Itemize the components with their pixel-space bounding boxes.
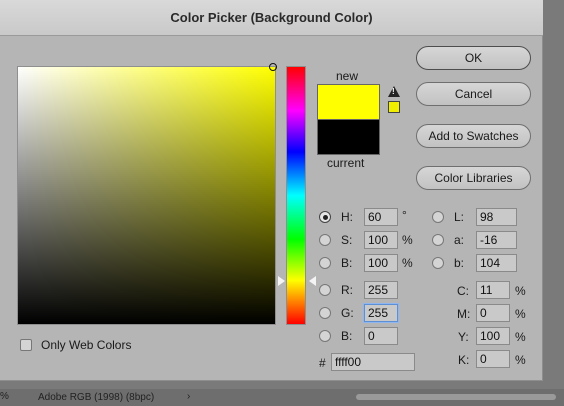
new-color-swatch (318, 85, 379, 120)
ok-button[interactable]: OK (416, 46, 531, 70)
green-label: G: (341, 306, 354, 320)
black-unit: % (515, 353, 526, 367)
lab-b-input[interactable]: 104 (476, 254, 517, 272)
brightness-input[interactable]: 100 (364, 254, 398, 272)
color-field[interactable] (18, 63, 277, 324)
saturation-input[interactable]: 100 (364, 231, 398, 249)
hue-input[interactable]: 60 (364, 208, 398, 226)
cancel-button[interactable]: Cancel (416, 82, 531, 106)
color-picker-dialog: Color Picker (Background Color) new curr… (0, 0, 543, 381)
out-of-gamut-warning-icon: ! (388, 86, 400, 97)
yellow-input[interactable]: 100 (476, 327, 510, 345)
status-menu-arrow-icon[interactable]: › (187, 391, 190, 402)
brightness-radio[interactable] (319, 257, 331, 269)
yellow-unit: % (515, 330, 526, 344)
color-libraries-button[interactable]: Color Libraries (416, 166, 531, 190)
red-radio[interactable] (319, 284, 331, 296)
red-label: R: (341, 283, 353, 297)
brightness-label: B: (341, 256, 353, 270)
color-field-marker[interactable] (269, 63, 277, 71)
hue-slider-left-arrow-icon[interactable] (278, 276, 285, 286)
green-input[interactable]: 255 (364, 304, 398, 322)
lab-b-radio[interactable] (432, 257, 444, 269)
black-label: K: (458, 353, 470, 367)
current-color-swatch[interactable] (318, 120, 379, 154)
saturation-unit: % (402, 233, 413, 247)
red-input[interactable]: 255 (364, 281, 398, 299)
yellow-label: Y: (458, 330, 469, 344)
black-input[interactable]: 0 (476, 350, 510, 368)
lab-a-input[interactable]: -16 (476, 231, 517, 249)
saturation-label: S: (341, 233, 353, 247)
only-web-colors-checkbox[interactable] (20, 339, 32, 351)
add-to-swatches-button[interactable]: Add to Swatches (416, 124, 531, 148)
green-radio[interactable] (319, 307, 331, 319)
hue-slider-right-arrow-icon[interactable] (309, 276, 316, 286)
lab-a-label: a: (454, 233, 465, 247)
lightness-input[interactable]: 98 (476, 208, 517, 226)
horizontal-scrollbar[interactable] (356, 394, 556, 400)
gamut-correction-swatch[interactable] (388, 101, 400, 113)
hue-slider[interactable] (287, 67, 305, 324)
hue-radio[interactable] (319, 211, 331, 223)
only-web-colors-label[interactable]: Only Web Colors (41, 338, 131, 352)
current-color-label: current (327, 156, 365, 170)
lightness-label: L: (454, 210, 465, 224)
lab-a-radio[interactable] (432, 234, 444, 246)
status-bar: % Adobe RGB (1998) (8bpc) › (0, 389, 564, 406)
document-profile: Adobe RGB (1998) (8bpc) (38, 392, 155, 403)
hex-label: # (319, 356, 326, 370)
magenta-input[interactable]: 0 (476, 304, 510, 322)
lab-b-label: b: (454, 256, 465, 270)
new-color-label: new (336, 69, 359, 83)
cyan-label: C: (457, 284, 469, 298)
cyan-unit: % (515, 284, 526, 298)
blue-input[interactable]: 0 (364, 327, 398, 345)
cyan-input[interactable]: 11 (476, 281, 510, 299)
saturation-radio[interactable] (319, 234, 331, 246)
magenta-unit: % (515, 307, 526, 321)
hex-input[interactable]: ffff00 (331, 353, 415, 371)
blue-radio[interactable] (319, 330, 331, 342)
magenta-label: M: (457, 307, 471, 321)
lightness-radio[interactable] (432, 211, 444, 223)
hue-label: H: (341, 210, 353, 224)
blue-label: B: (341, 329, 353, 343)
brightness-unit: % (402, 256, 413, 270)
hue-unit: ° (402, 208, 407, 222)
dialog-title: Color Picker (Background Color) (0, 0, 543, 36)
zoom-level[interactable]: % (0, 391, 9, 402)
